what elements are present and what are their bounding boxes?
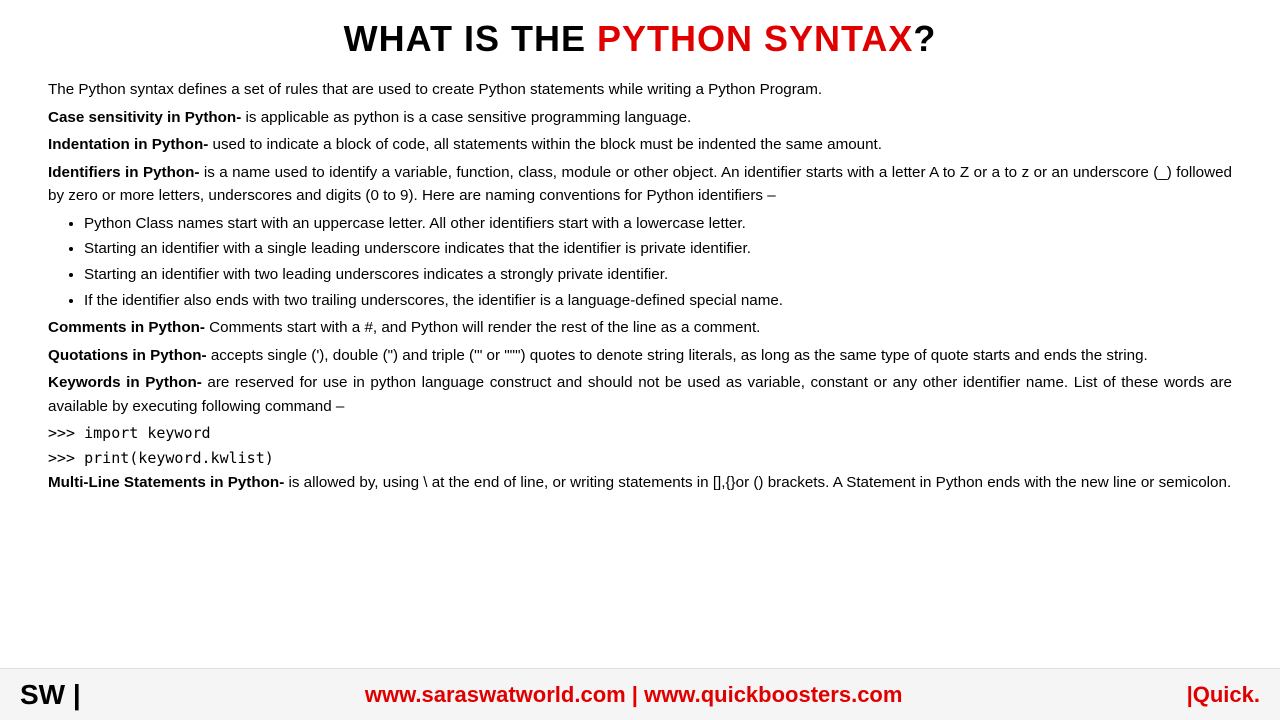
page-title: WHAT IS THE PYTHON SYNTAX?	[48, 18, 1232, 60]
footer-center: www.saraswatworld.com | www.quickbooster…	[81, 682, 1187, 708]
keywords-paragraph: Keywords in Python- are reserved for use…	[48, 371, 1232, 418]
body-text: The Python syntax defines a set of rules…	[48, 78, 1232, 494]
quotations-paragraph: Quotations in Python- accepts single (')…	[48, 344, 1232, 368]
list-item: Python Class names start with an upperca…	[84, 212, 1232, 236]
case-sensitivity-paragraph: Case sensitivity in Python- is applicabl…	[48, 106, 1232, 130]
comments-paragraph: Comments in Python- Comments start with …	[48, 316, 1232, 340]
multiline-paragraph: Multi-Line Statements in Python- is allo…	[48, 471, 1232, 495]
title-black: WHAT IS THE	[344, 18, 597, 59]
title-end: ?	[913, 18, 936, 59]
title-red: PYTHON SYNTAX	[597, 18, 913, 59]
footer-left: SW |	[20, 679, 81, 711]
code-line-2: >>> print(keyword.kwlist)	[48, 447, 1232, 470]
footer-right: |Quick.	[1187, 682, 1260, 708]
intro-paragraph: The Python syntax defines a set of rules…	[48, 78, 1232, 102]
code-line-1: >>> import keyword	[48, 422, 1232, 445]
identifiers-list: Python Class names start with an upperca…	[84, 212, 1232, 312]
indentation-paragraph: Indentation in Python- used to indicate …	[48, 133, 1232, 157]
list-item: Starting an identifier with a single lea…	[84, 237, 1232, 261]
list-item: If the identifier also ends with two tra…	[84, 289, 1232, 313]
list-item: Starting an identifier with two leading …	[84, 263, 1232, 287]
main-content: WHAT IS THE PYTHON SYNTAX? The Python sy…	[0, 0, 1280, 508]
footer: SW | www.saraswatworld.com | www.quickbo…	[0, 668, 1280, 720]
identifiers-paragraph: Identifiers in Python- is a name used to…	[48, 161, 1232, 208]
